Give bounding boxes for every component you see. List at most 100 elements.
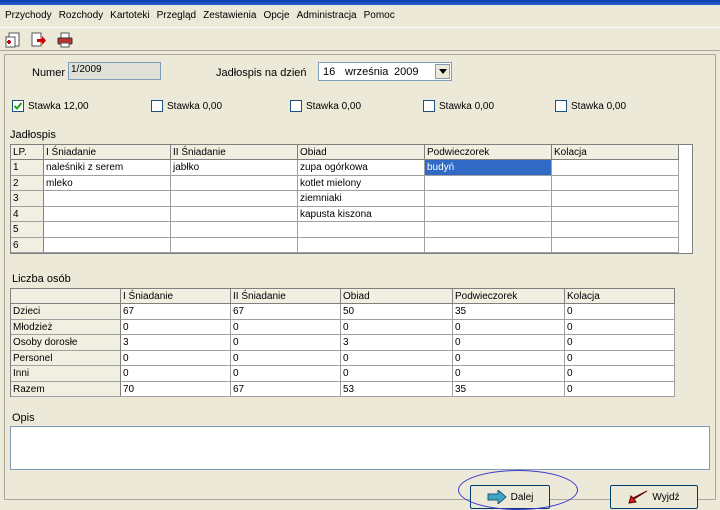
row-header[interactable]: 3: [11, 191, 44, 207]
checkbox-box[interactable]: [423, 100, 435, 112]
liczba-osob-grid[interactable]: I Śniadanie II Śniadanie Obiad Podwieczorek…: [10, 288, 675, 397]
table-cell[interactable]: 3: [341, 335, 453, 351]
table-cell[interactable]: 0: [453, 366, 565, 382]
table-cell[interactable]: 35: [453, 304, 565, 320]
table-cell[interactable]: 35: [453, 381, 565, 397]
table-cell[interactable]: [552, 191, 679, 207]
table-cell[interactable]: [298, 237, 425, 253]
column-header[interactable]: Obiad: [341, 289, 453, 304]
column-header[interactable]: [11, 289, 121, 304]
table-cell[interactable]: [425, 237, 552, 253]
row-header[interactable]: 5: [11, 222, 44, 238]
table-cell[interactable]: [171, 206, 298, 222]
table-cell[interactable]: [552, 206, 679, 222]
row-header[interactable]: Inni: [11, 366, 121, 382]
table-cell[interactable]: [298, 222, 425, 238]
checkbox-box[interactable]: [12, 100, 24, 112]
menu-pomoc[interactable]: Pomoc: [361, 10, 398, 21]
column-header[interactable]: Kolacja: [552, 145, 679, 160]
table-cell[interactable]: 0: [341, 319, 453, 335]
table-cell[interactable]: 0: [231, 366, 341, 382]
table-cell[interactable]: [44, 237, 171, 253]
row-header[interactable]: Dzieci: [11, 304, 121, 320]
table-cell[interactable]: [425, 191, 552, 207]
menu-kartoteki[interactable]: Kartoteki: [107, 10, 152, 21]
table-cell[interactable]: 53: [341, 381, 453, 397]
table-cell[interactable]: 0: [341, 366, 453, 382]
table-cell[interactable]: 0: [565, 366, 675, 382]
table-cell[interactable]: 0: [121, 366, 231, 382]
menu-przeglad[interactable]: Przegląd: [154, 10, 199, 21]
table-cell[interactable]: [425, 175, 552, 191]
column-header[interactable]: Podwieczorek: [425, 145, 552, 160]
row-header[interactable]: 1: [11, 160, 44, 176]
table-cell[interactable]: [44, 222, 171, 238]
table-cell[interactable]: [171, 237, 298, 253]
table-cell[interactable]: 0: [121, 319, 231, 335]
table-cell[interactable]: [552, 237, 679, 253]
table-cell[interactable]: jabłko: [171, 160, 298, 176]
checkbox-box[interactable]: [555, 100, 567, 112]
stawka-checkbox-5[interactable]: Stawka 0,00: [555, 100, 626, 112]
table-cell[interactable]: mleko: [44, 175, 171, 191]
row-header[interactable]: Personel: [11, 350, 121, 366]
menu-administracja[interactable]: Administracja: [294, 10, 360, 21]
print-button[interactable]: [54, 30, 76, 50]
table-cell[interactable]: 0: [565, 350, 675, 366]
table-cell[interactable]: kapusta kiszona: [298, 206, 425, 222]
stawka-checkbox-3[interactable]: Stawka 0,00: [290, 100, 361, 112]
date-dropdown-button[interactable]: [435, 64, 450, 79]
stawka-checkbox-1[interactable]: Stawka 12,00: [12, 100, 89, 112]
row-header[interactable]: 6: [11, 237, 44, 253]
table-cell[interactable]: budyń: [425, 160, 552, 176]
stawka-checkbox-4[interactable]: Stawka 0,00: [423, 100, 494, 112]
table-cell[interactable]: [44, 191, 171, 207]
table-cell[interactable]: [552, 222, 679, 238]
table-cell[interactable]: [552, 175, 679, 191]
table-cell[interactable]: 50: [341, 304, 453, 320]
table-cell[interactable]: [552, 160, 679, 176]
row-header[interactable]: Osoby dorosłe: [11, 335, 121, 351]
table-cell[interactable]: 0: [341, 350, 453, 366]
table-cell[interactable]: ziemniaki: [298, 191, 425, 207]
table-cell[interactable]: 0: [453, 350, 565, 366]
table-cell[interactable]: 0: [565, 335, 675, 351]
menu-opcje[interactable]: Opcje: [260, 10, 292, 21]
column-header[interactable]: II Śniadanie: [171, 145, 298, 160]
table-cell[interactable]: 3: [121, 335, 231, 351]
table-cell[interactable]: 70: [121, 381, 231, 397]
row-header[interactable]: Młodzież: [11, 319, 121, 335]
menu-przychody[interactable]: Przychody: [2, 10, 55, 21]
column-header[interactable]: I Śniadanie: [44, 145, 171, 160]
table-cell[interactable]: 0: [565, 319, 675, 335]
numer-field[interactable]: 1/2009: [68, 62, 161, 80]
table-cell[interactable]: 0: [231, 335, 341, 351]
table-cell[interactable]: 0: [453, 319, 565, 335]
table-cell[interactable]: 67: [121, 304, 231, 320]
jadlospis-grid[interactable]: LP. I Śniadanie II Śniadanie Obiad Podwieczo…: [10, 144, 693, 254]
checkbox-box[interactable]: [151, 100, 163, 112]
row-header[interactable]: Razem: [11, 381, 121, 397]
table-cell[interactable]: 0: [453, 335, 565, 351]
opis-textarea[interactable]: [10, 426, 710, 470]
row-header[interactable]: 4: [11, 206, 44, 222]
column-header[interactable]: II Śniadanie: [231, 289, 341, 304]
table-cell[interactable]: 0: [231, 350, 341, 366]
row-header[interactable]: 2: [11, 175, 44, 191]
table-cell[interactable]: 0: [121, 350, 231, 366]
column-header[interactable]: I Śniadanie: [121, 289, 231, 304]
column-header[interactable]: Kolacja: [565, 289, 675, 304]
table-cell[interactable]: [171, 175, 298, 191]
menu-rozchody[interactable]: Rozchody: [56, 10, 106, 21]
table-cell[interactable]: 0: [565, 304, 675, 320]
table-cell[interactable]: [44, 206, 171, 222]
table-cell[interactable]: 0: [231, 319, 341, 335]
menu-zestawienia[interactable]: Zestawienia: [200, 10, 259, 21]
table-cell[interactable]: 67: [231, 381, 341, 397]
table-cell[interactable]: kotlet mielony: [298, 175, 425, 191]
new-document-button[interactable]: [2, 30, 24, 50]
table-cell[interactable]: [171, 191, 298, 207]
stawka-checkbox-2[interactable]: Stawka 0,00: [151, 100, 222, 112]
export-document-button[interactable]: [27, 30, 49, 50]
table-cell[interactable]: naleśniki z serem: [44, 160, 171, 176]
